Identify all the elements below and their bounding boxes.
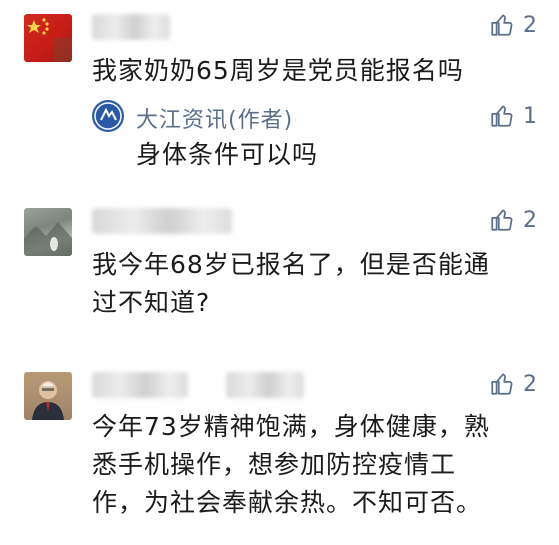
avatar[interactable] [24,208,72,256]
news-logo-icon [94,102,122,130]
comment-text: 我今年68岁已报名了，但是否能通 过不知道? [92,250,490,317]
like-button[interactable]: 1 [489,103,537,129]
avatar[interactable] [24,14,72,62]
like-count: 2 [523,371,537,397]
like-button[interactable]: 2 [489,12,537,38]
like-count: 2 [523,207,537,233]
landscape-avatar-image [24,222,72,256]
reply-text: 身体条件可以吗 [136,140,319,169]
author-avatar[interactable] [92,100,124,132]
person-avatar-image [32,381,64,420]
comment-text: 我家奶奶65周岁是党员能报名吗 [92,56,464,85]
username-blurred[interactable] [92,14,170,40]
avatar[interactable] [24,372,72,420]
like-button[interactable]: 2 [489,371,537,397]
username-blurred-suffix[interactable] [226,372,304,398]
like-count: 1 [523,103,537,129]
comment-text: 今年73岁精神饱满，身体健康，熟 悉手机操作，想参加防控疫情工 作，为社会奉献余… [92,412,490,517]
username-blurred[interactable] [92,208,232,234]
thumbs-up-icon [491,14,513,36]
author-name[interactable]: 大江资讯(作者) [136,102,293,134]
username-blurred[interactable] [92,372,188,398]
like-count: 2 [523,12,537,38]
thumbs-up-icon [491,373,513,395]
like-button[interactable]: 2 [489,207,537,233]
thumbs-up-icon [491,209,513,231]
flag-avatar-image [27,18,72,62]
thumbs-up-icon [491,105,513,127]
